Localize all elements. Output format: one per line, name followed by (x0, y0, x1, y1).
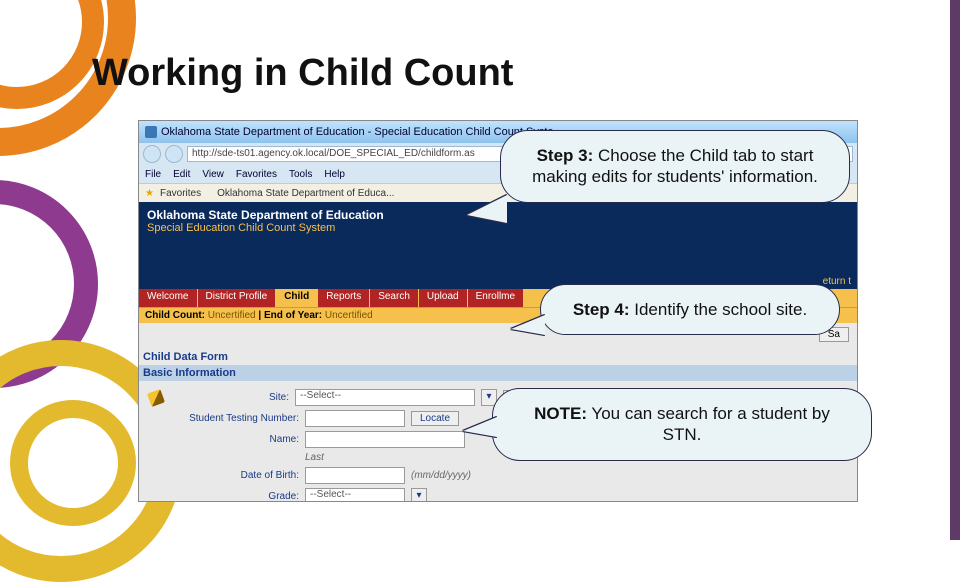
ie-window-title: Oklahoma State Department of Education -… (161, 126, 554, 138)
eoy-label: End of Year: (264, 310, 322, 321)
callout-step3-bold: Step 3: (537, 146, 594, 165)
dob-input[interactable] (305, 467, 405, 484)
callout-note: NOTE: You can search for a student by ST… (492, 388, 872, 461)
slide-title: Working in Child Count (92, 52, 513, 95)
back-button[interactable] (143, 145, 161, 163)
child-count-value: Uncertified (208, 310, 256, 321)
section-title: Child Data Form (139, 345, 857, 365)
menu-edit[interactable]: Edit (173, 169, 190, 180)
dob-label: Date of Birth: (149, 470, 299, 481)
callout-note-text: You can search for a student by STN. (587, 404, 830, 444)
stn-input[interactable] (305, 410, 405, 427)
menu-file[interactable]: File (145, 169, 161, 180)
name-last-input[interactable] (305, 431, 465, 448)
tab-reports[interactable]: Reports (318, 289, 370, 307)
name-label: Name: (149, 434, 299, 445)
slide-accent-bar (950, 0, 960, 540)
dob-hint: (mm/dd/yyyy) (411, 470, 471, 481)
eoy-value: Uncertified (325, 310, 373, 321)
callout-tail (467, 195, 507, 223)
menu-help[interactable]: Help (324, 169, 345, 180)
callout-tail (463, 417, 497, 437)
forward-button[interactable] (165, 145, 183, 163)
pencil-icon (147, 389, 165, 407)
site-label: Site: (169, 392, 289, 403)
callout-tail (511, 315, 545, 335)
chevron-down-icon[interactable]: ▾ (411, 488, 427, 502)
app-header-line2: Special Education Child Count System (147, 222, 849, 234)
grade-label: Grade: (149, 491, 299, 502)
ie-icon (145, 126, 157, 138)
grade-select[interactable]: --Select-- (305, 488, 405, 502)
tab-welcome[interactable]: Welcome (139, 289, 198, 307)
callout-step3: Step 3: Choose the Child tab to start ma… (500, 130, 850, 203)
tab-enrollment[interactable]: Enrollme (468, 289, 524, 307)
callout-note-bold: NOTE: (534, 404, 587, 423)
callout-step4-bold: Step 4: (573, 300, 630, 319)
menu-favorites[interactable]: Favorites (236, 169, 277, 180)
menu-view[interactable]: View (202, 169, 224, 180)
tab-child[interactable]: Child (276, 289, 318, 307)
tab-upload[interactable]: Upload (419, 289, 468, 307)
tab-district-profile[interactable]: District Profile (198, 289, 277, 307)
locate-button[interactable]: Locate (411, 411, 459, 426)
gear-decor (10, 400, 136, 526)
star-icon: ★ (145, 188, 154, 199)
favorites-item[interactable]: Oklahoma State Department of Educa... (217, 188, 394, 199)
callout-step4-text: Identify the school site. (630, 300, 808, 319)
menu-tools[interactable]: Tools (289, 169, 312, 180)
site-select[interactable]: --Select-- (295, 389, 475, 406)
app-banner-space (139, 240, 857, 274)
name-hint: Last (305, 452, 324, 463)
tab-search[interactable]: Search (370, 289, 419, 307)
callout-step4: Step 4: Identify the school site. (540, 284, 840, 335)
favorites-label[interactable]: Favorites (160, 188, 201, 199)
child-count-label: Child Count: (145, 310, 205, 321)
stn-label: Student Testing Number: (149, 413, 299, 424)
section-subtitle: Basic Information (139, 365, 857, 381)
